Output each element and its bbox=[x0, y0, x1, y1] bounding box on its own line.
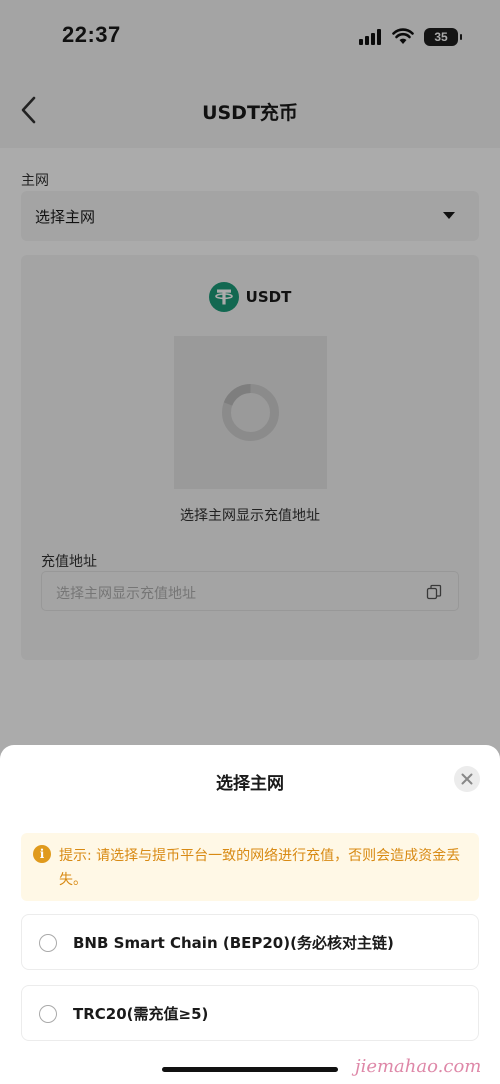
network-option-bep20[interactable]: BNB Smart Chain (BEP20)(务必核对主链) bbox=[21, 914, 479, 970]
close-icon bbox=[461, 773, 473, 785]
info-icon: i bbox=[33, 845, 51, 863]
radio-icon[interactable] bbox=[39, 934, 57, 952]
network-option-label: BNB Smart Chain (BEP20)(务必核对主链) bbox=[73, 934, 394, 952]
warning-notice: i 提示: 请选择与提币平台一致的网络进行充值，否则会造成资金丢失。 bbox=[21, 833, 479, 901]
radio-icon[interactable] bbox=[39, 1005, 57, 1023]
watermark: jiemahao.com bbox=[355, 1056, 482, 1077]
home-indicator bbox=[162, 1067, 338, 1072]
notice-text: 提示: 请选择与提币平台一致的网络进行充值，否则会造成资金丢失。 bbox=[59, 848, 461, 888]
close-button[interactable] bbox=[454, 766, 480, 792]
network-picker-sheet: 选择主网 i 提示: 请选择与提币平台一致的网络进行充值，否则会造成资金丢失。 … bbox=[0, 745, 500, 1084]
network-option-label: TRC20(需充值≥5) bbox=[73, 1005, 209, 1023]
sheet-title: 选择主网 bbox=[216, 774, 284, 794]
network-option-trc20[interactable]: TRC20(需充值≥5) bbox=[21, 985, 479, 1041]
